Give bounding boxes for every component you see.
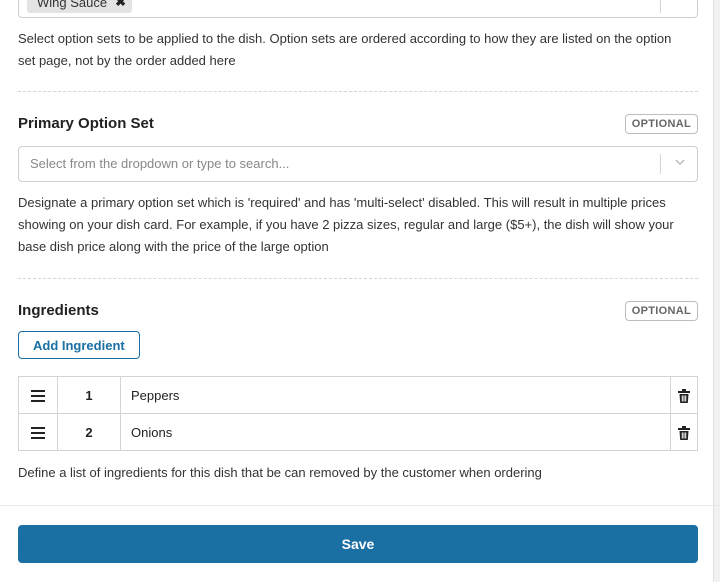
add-ingredient-button[interactable]: Add Ingredient [18,331,140,359]
ingredient-number: 1 [57,376,121,414]
ingredients-title: Ingredients [18,302,99,319]
select-placeholder: Select from the dropdown or type to sear… [30,156,290,171]
ingredients-help: Define a list of ingredients for this di… [18,465,542,480]
chip-remove-icon[interactable]: ✖ [115,0,126,10]
ingredients-table: 1 Peppers 2 Onions [18,376,698,451]
delete-ingredient-button[interactable] [670,376,698,414]
optional-badge: OPTIONAL [624,114,698,134]
ingredient-name[interactable]: Peppers [120,376,671,414]
primary-option-set-title: Primary Option Set [18,115,154,132]
table-row: 1 Peppers [18,376,698,414]
footer-divider [0,505,720,506]
trash-icon [678,388,690,403]
scrollbar[interactable] [713,0,720,582]
selected-option-chip: Wing Sauce ✖ [27,0,132,13]
optional-badge: OPTIONAL [624,301,698,321]
save-button[interactable]: Save [18,525,698,563]
table-row: 2 Onions [18,413,698,451]
drag-handle[interactable] [18,376,58,414]
chevron-down-icon[interactable] [675,157,685,167]
hamburger-icon [31,427,45,440]
ingredient-number: 2 [57,413,121,451]
primary-option-set-help: Designate a primary option set which is … [18,195,674,254]
hamburger-icon [31,390,45,403]
trash-icon [678,425,690,440]
select-divider [660,0,661,13]
ingredient-name[interactable]: Onions [120,413,671,451]
primary-option-set-select[interactable]: Select from the dropdown or type to sear… [18,146,698,182]
delete-ingredient-button[interactable] [670,413,698,451]
option-sets-help: Select option sets to be applied to the … [18,31,672,68]
chip-label: Wing Sauce [37,0,108,10]
select-divider [660,154,661,174]
option-sets-select[interactable]: Wing Sauce ✖ [18,0,698,18]
section-divider [18,278,698,279]
section-divider [18,91,698,92]
drag-handle[interactable] [18,413,58,451]
